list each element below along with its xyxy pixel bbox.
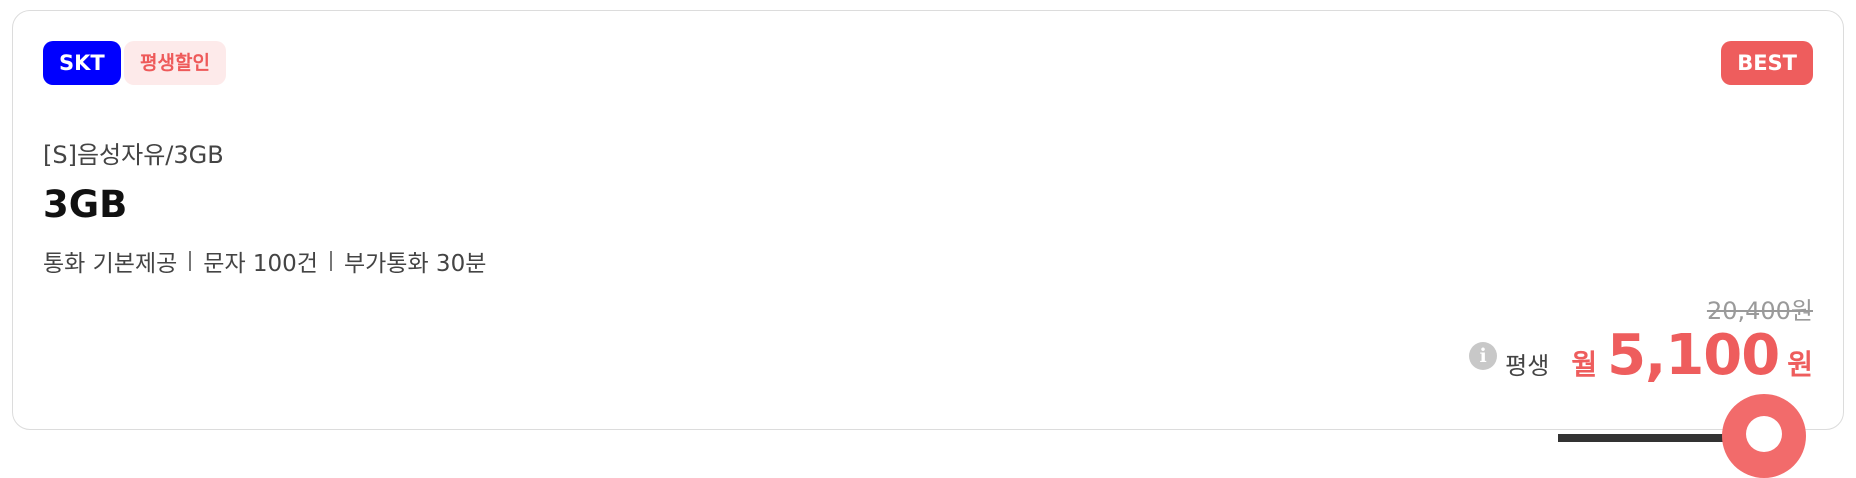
carrier-badge: SKT [43, 41, 121, 85]
bottom-bar [1558, 434, 1738, 442]
month-label: 월 [1571, 348, 1598, 381]
feature-separator [189, 251, 192, 271]
feature-sms: 문자 100건 [203, 251, 318, 277]
feature-separator [329, 251, 332, 271]
promo-badge: 평생할인 [124, 41, 226, 85]
plan-card[interactable]: SKT 평생할인 BEST [S]음성자유/3GB 3GB 통화 기본제공 문자… [12, 10, 1844, 430]
plan-data-amount: 3GB [43, 183, 128, 226]
best-badge: BEST [1721, 41, 1813, 85]
original-price: 20,400원 [1706, 297, 1813, 325]
chat-button[interactable] [1722, 394, 1806, 478]
currency-label: 원 [1787, 348, 1813, 381]
feature-extra-calls: 부가통화 30분 [343, 251, 487, 277]
feature-calls: 통화 기본제공 [43, 251, 178, 277]
info-icon[interactable]: i [1469, 341, 1498, 370]
monthly-price: 5,100 [1607, 323, 1780, 388]
price-row: i 평생 월 5,100 원 [1469, 323, 1813, 388]
plan-name: [S]음성자유/3GB [43, 141, 224, 169]
plan-features: 통화 기본제공 문자 100건 부가통화 30분 [43, 244, 486, 278]
discount-duration: 평생 [1505, 352, 1550, 380]
chat-icon [1746, 416, 1782, 452]
